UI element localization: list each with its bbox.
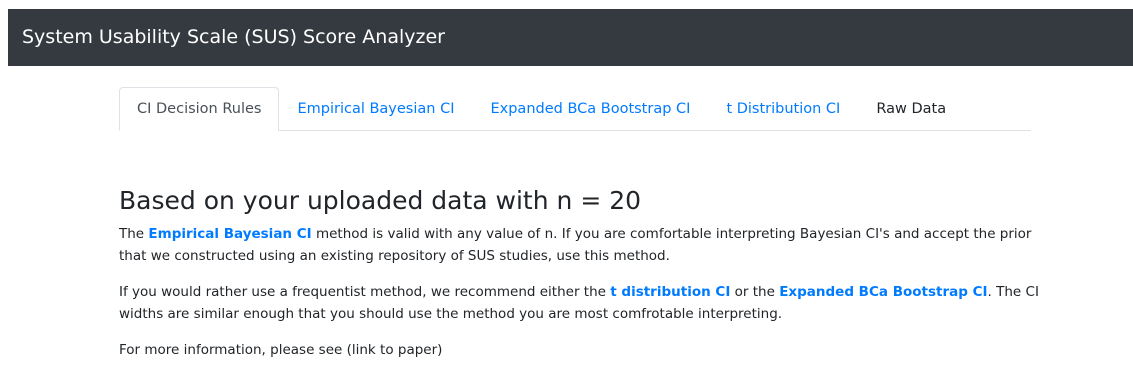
- para2-text-before: If you would rather use a frequentist me…: [119, 284, 611, 300]
- tab-empirical-bayesian-ci[interactable]: Empirical Bayesian CI: [279, 87, 472, 130]
- page-heading: Based on your uploaded data with n = 20: [119, 186, 642, 215]
- bayesian-paragraph: The Empirical Bayesian CI method is vali…: [119, 223, 1039, 267]
- t-distribution-ci-link[interactable]: t distribution CI: [610, 284, 730, 300]
- para2-text-middle: or the: [730, 284, 780, 300]
- tab-t-distribution-ci[interactable]: t Distribution CI: [708, 87, 858, 130]
- empirical-bayesian-ci-link[interactable]: Empirical Bayesian CI: [148, 226, 311, 242]
- expanded-bca-bootstrap-ci-link[interactable]: Expanded BCa Bootstrap CI: [779, 284, 987, 300]
- more-info-paragraph: For more information, please see (link t…: [119, 342, 443, 358]
- top-navbar: System Usability Scale (SUS) Score Analy…: [8, 9, 1133, 66]
- para1-text-before: The: [119, 226, 149, 242]
- tab-content: Based on your uploaded data with n = 20 …: [119, 186, 1039, 361]
- tab-expanded-bca-bootstrap-ci[interactable]: Expanded BCa Bootstrap CI: [472, 87, 708, 130]
- frequentist-paragraph: If you would rather use a frequentist me…: [119, 281, 1039, 325]
- tab-ci-decision-rules[interactable]: CI Decision Rules: [119, 87, 280, 131]
- tab-raw-data[interactable]: Raw Data: [858, 87, 964, 130]
- app-title[interactable]: System Usability Scale (SUS) Score Analy…: [22, 28, 445, 47]
- tab-bar: CI Decision Rules Empirical Bayesian CI …: [119, 87, 1031, 131]
